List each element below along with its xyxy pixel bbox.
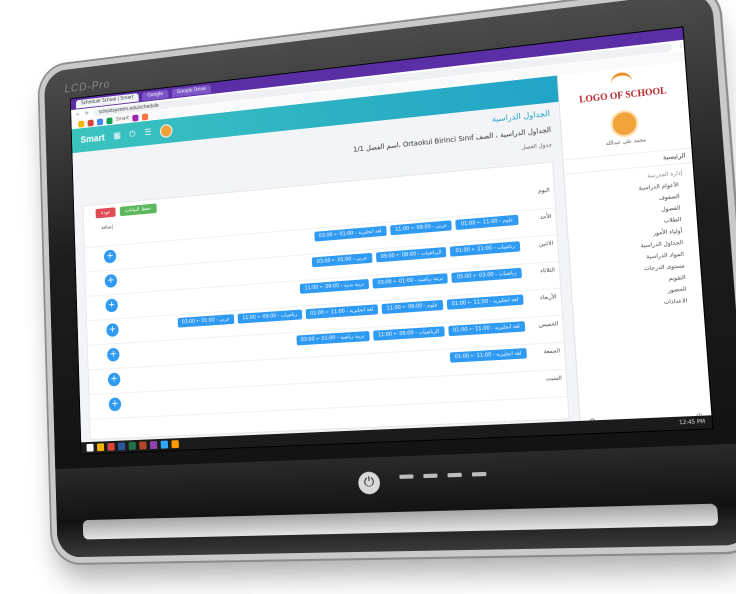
day-label: الجمعة xyxy=(543,348,561,356)
add-slot-button[interactable]: + xyxy=(106,323,119,338)
sidebar: LOGO OF SCHOOL محمد علي عبدالله الرئيسية… xyxy=(556,61,713,434)
list-icon[interactable]: ☰ xyxy=(144,128,151,138)
class-slot[interactable]: تربية رياضية - 01:00 ⇠ 03:00 xyxy=(295,330,370,346)
class-slot[interactable]: لغة انجليزية - 11:00 ⇠ 01:00 xyxy=(449,348,527,363)
main-content: الجداول الدراسية الجداول الدراسية ، الصف… xyxy=(72,102,580,443)
class-slot[interactable]: علوم - 11:00 ⇠ 01:00 xyxy=(455,214,519,230)
photoshop-icon[interactable] xyxy=(160,440,169,449)
save-button[interactable]: حفظ البيانات xyxy=(119,203,157,217)
avatar[interactable] xyxy=(159,123,173,139)
illustrator-icon[interactable] xyxy=(171,440,179,449)
day-label: الأربعاء xyxy=(539,294,557,302)
class-slot[interactable]: لغة انجليزية - 11:00 ⇠ 01:00 xyxy=(447,321,526,337)
bookmark-icon[interactable] xyxy=(87,119,94,127)
excel-icon[interactable] xyxy=(128,441,136,450)
add-slot-button[interactable]: + xyxy=(104,273,118,288)
bookmark-icon[interactable] xyxy=(78,120,85,128)
back-button[interactable]: عودة xyxy=(95,207,117,219)
bookmark-label[interactable]: Smart xyxy=(116,116,129,123)
class-slot[interactable]: تربية بدنية - 09:00 ⇠ 11:00 xyxy=(299,278,370,294)
day-label: الثلاثاء xyxy=(540,267,556,275)
class-slot[interactable]: الرياضيات - 08:00 ⇠ 09:00 xyxy=(375,246,447,263)
class-slot[interactable]: عربي - 09:00 ⇠ 11:00 xyxy=(390,220,453,236)
day-label: الأحد xyxy=(539,213,552,222)
slot-list: لغة انجليزية - 11:00 ⇠ 01:00 xyxy=(449,348,527,363)
day-label: السبت xyxy=(545,375,563,383)
bookmark-icon[interactable] xyxy=(132,113,139,122)
grid-icon[interactable]: ▦ xyxy=(113,131,121,141)
monitor-control-button[interactable] xyxy=(399,474,414,479)
refresh-icon[interactable]: ⟳ xyxy=(85,110,89,116)
class-slot[interactable]: علوم - 09:00 ⇠ 11:00 xyxy=(381,299,443,315)
class-slot[interactable]: عربي - 01:00 ⇠ 03:00 xyxy=(311,252,373,268)
add-column-label: إضافة xyxy=(101,224,114,231)
monitor: LCD-Pro Schedule School | Smart Google G… xyxy=(43,0,736,558)
back-icon[interactable]: ← xyxy=(76,111,80,117)
monitor-control-button[interactable] xyxy=(423,473,438,479)
class-slot[interactable]: تربية رياضية - 01:00 ⇠ 03:00 xyxy=(372,273,449,289)
class-slot[interactable]: عربي - 01:00 ⇠ 03:00 xyxy=(177,314,235,328)
class-slot[interactable]: الرياضيات - 09:00 ⇠ 11:00 xyxy=(372,326,445,341)
add-slot-button[interactable]: + xyxy=(103,249,117,264)
class-slot[interactable]: لغة انجليزية - 11:00 ⇠ 01:00 xyxy=(305,304,379,320)
folder-icon[interactable] xyxy=(96,443,105,452)
class-slot[interactable]: رياضيات - 11:00 ⇠ 01:00 xyxy=(450,241,521,257)
bookmark-icon[interactable] xyxy=(106,116,113,125)
chrome-icon[interactable] xyxy=(107,442,115,451)
power-icon[interactable]: ⏻ xyxy=(129,130,136,140)
schedule-table: حفظ البيانات عودة اليوم إضافة الأحد لغة انج… xyxy=(82,161,570,441)
add-slot-button[interactable]: + xyxy=(107,372,121,387)
monitor-base-strip xyxy=(82,503,719,540)
user-avatar[interactable] xyxy=(609,108,640,139)
monitor-power-icon[interactable]: ⏻ xyxy=(357,471,381,495)
monitor-control-button[interactable] xyxy=(471,471,487,477)
school-logo-icon xyxy=(610,71,633,85)
school-logo: LOGO OF SCHOOL xyxy=(578,85,667,105)
app-icon[interactable] xyxy=(149,441,158,450)
windows-icon[interactable] xyxy=(86,443,94,452)
class-slot[interactable]: لغة انجليزية - 11:00 ⇠ 01:00 xyxy=(446,294,524,310)
add-slot-button[interactable]: + xyxy=(105,298,119,313)
menu-icon[interactable]: ⋮ xyxy=(678,42,684,49)
word-icon[interactable] xyxy=(117,442,126,451)
add-slot-button[interactable]: + xyxy=(106,347,120,362)
class-slot[interactable]: رياضيات - 09:00 ⇠ 11:00 xyxy=(237,309,302,324)
day-label: الاثنين xyxy=(538,240,554,248)
bookmark-icon[interactable] xyxy=(141,112,149,121)
powerpoint-icon[interactable] xyxy=(139,441,147,450)
monitor-controls xyxy=(399,471,487,479)
day-label: الخميس xyxy=(538,321,559,329)
screen: Schedule School | Smart Google Google Dr… xyxy=(69,26,714,455)
bookmark-icon[interactable] xyxy=(96,117,104,126)
class-slot[interactable]: لغة انجليزية - 01:00 ⇠ 03:00 xyxy=(313,225,387,242)
add-slot-button[interactable]: + xyxy=(108,397,122,412)
class-slot[interactable]: رياضيات - 03:00 ⇠ 05:00 xyxy=(451,267,522,283)
clock[interactable]: 12:45 PM xyxy=(679,419,705,427)
day-label: اليوم xyxy=(537,187,550,195)
app-logo[interactable]: Smart xyxy=(80,133,105,146)
monitor-control-button[interactable] xyxy=(447,472,462,478)
